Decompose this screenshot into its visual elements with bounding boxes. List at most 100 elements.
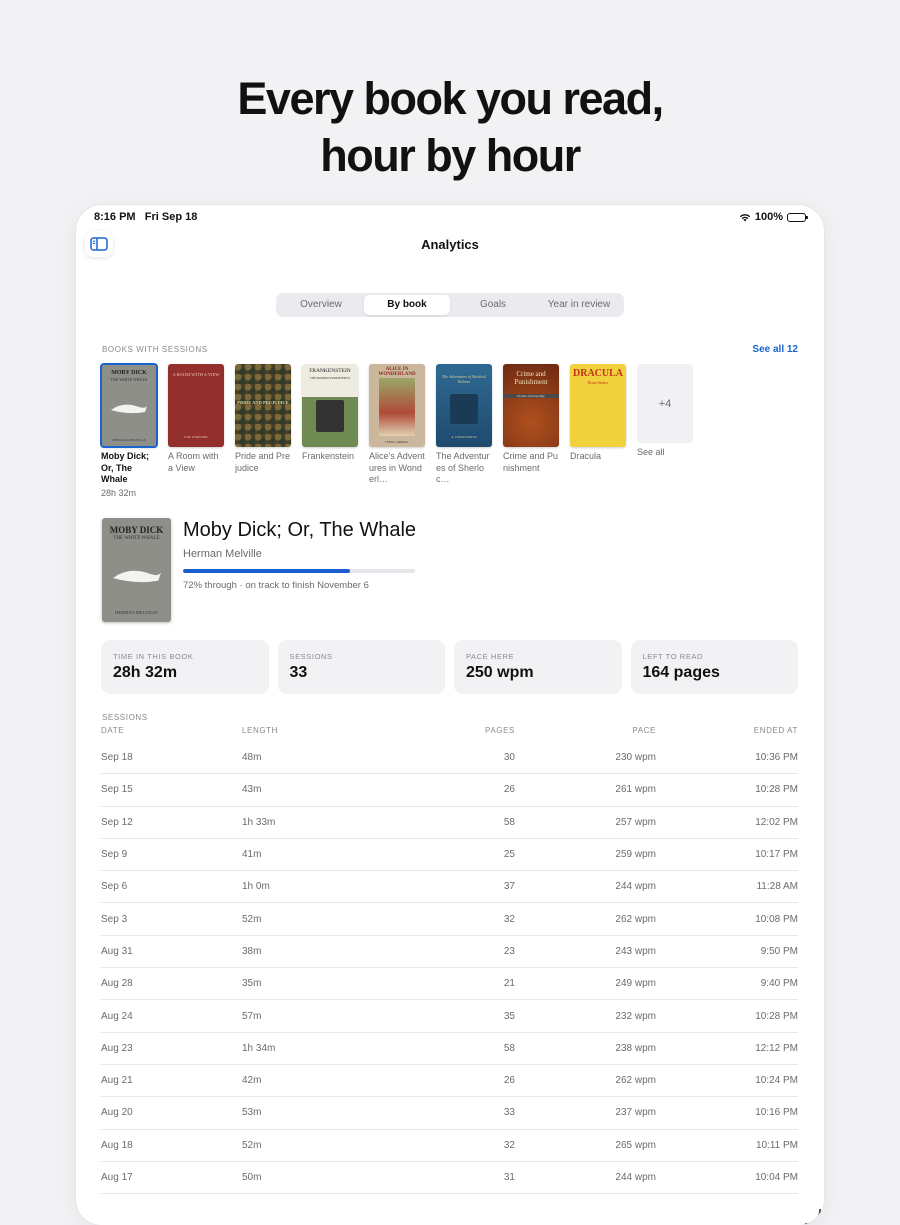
book-title: Pride and Prejudice [235,451,291,473]
session-pace: 259 wpm [615,849,656,861]
status-indicators: 100% [739,211,808,223]
table-row: Sep 18 48m 30 230 wpm 10:36 PM [101,742,798,775]
tab-goals[interactable]: Goals [450,295,536,315]
session-date: Sep 12 [101,816,133,828]
session-pace: 238 wpm [615,1042,656,1054]
book-title: Crime and Punishment [503,451,559,473]
session-pages: 37 [503,881,515,893]
book-title: Frankenstein [302,451,355,461]
stat-time-in-book: TIME IN THIS BOOK 28h 32m [101,640,269,694]
session-pace: 257 wpm [615,816,656,828]
session-ended-at: 10:08 PM [755,913,798,925]
book-carousel: MOBY DICK THE WHITE WHALE HERMAN MELVILL… [100,363,693,498]
book-item-frankenstein[interactable]: FRANKENSTEIN THE MODERN PROMETHEUS Frank… [302,364,358,498]
stat-left-to-read: LEFT TO READ 164 pages [630,640,798,694]
stat-label: PACE HERE [466,652,515,661]
book-cover: FRANKENSTEIN THE MODERN PROMETHEUS [302,364,358,447]
session-pages: 33 [503,1107,515,1119]
book-item-pride-and-prejudice[interactable]: PRIDE AND PREJUDICE Pride and Prejudice [235,364,291,498]
session-pace: 262 wpm [615,1075,656,1087]
tab-overview[interactable]: Overview [278,295,364,315]
session-date: Aug 17 [101,1172,133,1183]
session-date: Sep 15 [101,784,133,796]
status-bar: 8:16 PM Fri Sep 18 100% [94,211,808,225]
table-row: Aug 23 1h 34m 58 238 wpm 12:12 PM [101,1033,798,1065]
session-pace: 262 wpm [615,913,656,925]
book-item-a-room-with-a-view[interactable]: A ROOM WITH A VIEW E.M. FORSTER A Room w… [168,364,224,498]
book-title: Alice's Adventures in Wonderl… [369,451,425,484]
sessions-table: DATE LENGTH PAGES PACE ENDED AT Sep 18 48… [101,726,798,1195]
book-cover: Crime and Punishment Fyodor Dostoevsky [503,364,559,447]
book-cover: PRIDE AND PREJUDICE [235,364,291,447]
book-item-sherlock-holmes[interactable]: The Adventures of Sherlock Holmes A. CON… [436,364,492,498]
session-date: Sep 3 [101,913,128,925]
session-date: Aug 31 [101,945,133,957]
book-cover: DRACULA Bram Stoker [570,364,626,447]
see-all-books-tile[interactable]: +4 See all [637,364,693,498]
session-ended-at: 11:28 AM [756,881,798,893]
session-length: 53m [242,1107,262,1119]
see-all-books-link[interactable]: See all 12 [752,344,798,355]
session-date: Sep 9 [101,849,128,861]
table-row: Aug 28 35m 21 249 wpm 9:40 PM [101,968,798,1001]
session-ended-at: 10:36 PM [755,752,798,764]
session-pace: 261 wpm [615,784,656,796]
stat-value: 250 wpm [466,664,534,681]
session-pace: 244 wpm [615,1172,656,1183]
stat-value: 28h 32m [113,664,178,681]
headline-line-1: Every book you read, [237,73,664,124]
book-item-crime-and-punishment[interactable]: Crime and Punishment Fyodor Dostoevsky Cr… [503,364,559,498]
stat-label: LEFT TO READ [642,652,704,661]
session-date: Sep 6 [101,881,128,893]
tab-year-in-review[interactable]: Year in review [536,295,622,315]
table-row: Sep 6 1h 0m 37 244 wpm 11:28 AM [101,871,798,904]
stat-value: 164 pages [642,664,720,681]
column-header-pace: PACE [632,726,656,735]
tab-by-book[interactable]: By book [364,295,450,315]
stat-pace: PACE HERE 250 wpm [454,640,622,694]
session-pages: 23 [503,945,515,957]
session-ended-at: 10:16 PM [755,1107,798,1119]
table-row: Aug 31 38m 23 243 wpm 9:50 PM [101,936,798,969]
table-row: Aug 18 52m 32 265 wpm 10:11 PM [101,1130,798,1162]
session-date: Aug 28 [101,978,133,990]
table-row: Sep 15 43m 26 261 wpm 10:28 PM [101,774,798,807]
status-time: 8:16 PM [94,211,136,223]
ipad-screen: 8:16 PM Fri Sep 18 100% Analytics Overvi… [76,205,824,1225]
session-length: 38m [242,945,262,957]
session-length: 35m [242,978,262,990]
stat-sessions: SESSIONS 33 [277,640,445,694]
book-item-alice-in-wonderland[interactable]: ALICE IN WONDERLAND LEWIS CARROLL Alice'… [369,364,425,498]
selected-book-title: Moby Dick; Or, The Whale [183,519,417,541]
session-ended-at: 10:04 PM [755,1172,798,1183]
session-pages: 32 [503,913,515,925]
see-all-label: See all [637,447,665,457]
table-row: Aug 24 57m 35 232 wpm 10:28 PM [101,1000,798,1033]
session-pace: 265 wpm [615,1139,656,1151]
headline-line-2: hour by hour [320,130,581,181]
session-length: 57m [242,1010,262,1022]
reading-progress-text: 72% through · on track to finish Novembe… [183,580,369,591]
session-length: 52m [242,913,262,925]
book-cover: The Adventures of Sherlock Holmes A. CON… [436,364,492,447]
battery-percent: 100% [754,211,783,223]
session-date: Aug 23 [101,1042,133,1054]
column-header-ended-at: ENDED AT [753,726,798,735]
stat-label: SESSIONS [289,652,333,661]
session-length: 43m [242,784,262,796]
book-item-moby-dick[interactable]: MOBY DICK THE WHITE WHALE HERMAN MELVILL… [100,363,158,498]
session-ended-at: 10:24 PM [755,1075,798,1087]
session-pages: 21 [503,978,515,990]
session-ended-at: 9:50 PM [760,945,798,957]
session-pages: 30 [503,752,515,764]
session-ended-at: 10:28 PM [755,1010,798,1022]
session-length: 50m [242,1172,262,1183]
table-row: Sep 3 52m 32 262 wpm 10:08 PM [101,903,798,936]
battery-icon [787,212,808,222]
book-item-dracula[interactable]: DRACULA Bram Stoker Dracula [570,364,626,498]
session-date: Aug 24 [101,1010,133,1022]
session-pages: 58 [503,1042,515,1054]
book-title: Moby Dick; Or, The Whale [101,451,150,484]
session-ended-at: 9:40 PM [760,978,798,990]
session-length: 1h 33m [242,816,276,828]
